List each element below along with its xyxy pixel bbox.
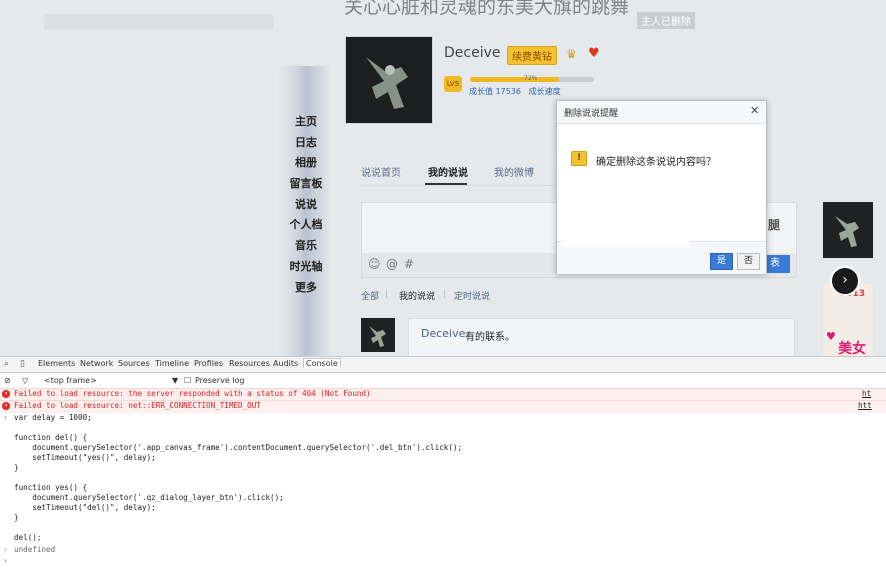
tab-elements[interactable]: Elements <box>38 359 75 368</box>
feed-avatar-image <box>369 326 386 347</box>
dialog-blank-area <box>561 205 690 247</box>
tab-sources[interactable]: Sources <box>118 359 150 368</box>
top-bar-blur <box>44 14 274 30</box>
filter-separator: | <box>385 289 389 299</box>
device-mode-icon[interactable]: ▯ <box>20 359 25 369</box>
nav-item-more[interactable]: 更多 <box>280 278 332 299</box>
ad-heart-icon: ♥ <box>826 330 836 343</box>
error-source-link[interactable]: htt <box>858 401 872 410</box>
tab-my-shuoshuo[interactable]: 我的说说 <box>428 164 468 179</box>
nav-item-music[interactable]: 音乐 <box>280 236 332 257</box>
console-result: undefined <box>14 545 56 554</box>
growth-speed[interactable]: 成长速度 <box>529 87 561 96</box>
nav-item-timeline[interactable]: 时光轴 <box>280 257 332 278</box>
tab-console[interactable]: Console <box>303 358 341 368</box>
emoji-icon[interactable]: ☺ <box>368 257 381 271</box>
console-input-prompt[interactable]: › <box>3 556 8 565</box>
growth-value[interactable]: 成长值 17536 <box>469 87 521 96</box>
avatar-figure-image <box>346 37 432 123</box>
confirm-yes-button[interactable]: 是 <box>710 253 733 270</box>
preserve-log-checkbox[interactable]: ☐ <box>184 376 191 385</box>
active-tab-underline <box>425 183 467 185</box>
vip-renew-badge[interactable]: 续费黄钻 <box>507 46 557 65</box>
feed-content: 有的联系。 <box>465 332 515 343</box>
inspect-icon[interactable]: ⌕ <box>4 359 9 369</box>
code-line: } <box>14 463 19 472</box>
error-message: Failed to load resource: the server resp… <box>14 389 371 398</box>
tab-timeline[interactable]: Timeline <box>155 359 189 368</box>
delete-confirm-dialog: 删除说说提醒 ✕ ! 确定删除这条说说内容吗？ 是 否 <box>556 100 767 274</box>
tab-audits[interactable]: Audits <box>273 359 298 368</box>
code-line: document.querySelector('.qz_dialog_layer… <box>14 493 284 502</box>
dialog-message: 确定删除这条说说内容吗？ <box>596 157 716 168</box>
filter-scheduled[interactable]: 定时说说 <box>454 289 490 302</box>
confirm-no-button[interactable]: 否 <box>737 253 760 270</box>
growth-percent: 72% <box>524 75 538 82</box>
filter-mine[interactable]: 我的说说 <box>399 289 435 302</box>
crown-icon[interactable]: ♛ <box>566 47 577 61</box>
code-line: del(); <box>14 533 42 542</box>
feed-avatar[interactable] <box>361 318 395 352</box>
code-line: setTimeout("yes()", delay); <box>14 453 156 462</box>
code-line: function del() { <box>14 433 88 442</box>
error-source-link[interactable]: ht <box>862 389 871 398</box>
filter-all[interactable]: 全部 <box>361 289 379 302</box>
tab-shuoshuo-home[interactable]: 说说首页 <box>361 164 401 179</box>
mention-icon[interactable]: @ <box>386 257 398 271</box>
nav-item-shuoshuo[interactable]: 说说 <box>280 195 332 216</box>
input-prompt-icon: › <box>3 413 8 422</box>
result-arrow-icon: ‹ <box>3 545 8 554</box>
code-line: } <box>14 513 19 522</box>
dialog-title: 删除说说提醒 <box>564 109 619 119</box>
code-line: setTimeout("del()", delay); <box>14 503 156 512</box>
filter-icon[interactable]: ▽ <box>22 376 28 385</box>
filter-separator: | <box>443 289 447 299</box>
feed-author[interactable]: Deceive <box>421 327 465 340</box>
profile-avatar[interactable] <box>345 36 433 124</box>
warning-icon: ! <box>571 151 587 166</box>
tab-my-weibo[interactable]: 我的微博 <box>494 164 534 179</box>
right-thumbnail[interactable] <box>823 202 873 258</box>
clear-console-icon[interactable]: ⊘ <box>4 376 11 385</box>
devtools-panel: ⌕ ▯ Elements Network Sources Timeline Pr… <box>0 356 886 577</box>
level-badge[interactable]: LV5 <box>444 76 462 92</box>
next-arrow-icon[interactable]: › <box>830 266 860 296</box>
nav-item-home[interactable]: 主页 <box>280 112 332 133</box>
nav-item-profile[interactable]: 个人档 <box>280 215 332 236</box>
devtools-tabbar: ⌕ ▯ Elements Network Sources Timeline Pr… <box>0 357 886 373</box>
growth-progress-fill <box>470 77 560 82</box>
growth-info: 成长值 17536 成长速度 <box>469 86 561 97</box>
tab-profiles[interactable]: Profiles <box>194 359 223 368</box>
side-nav: 主页 日志 相册 留言板 说说 个人档 音乐 时光轴 更多 <box>280 112 332 298</box>
code-line: var delay = 1000; <box>14 413 92 422</box>
tab-resources[interactable]: Resources <box>229 359 270 368</box>
deleted-badge: 主人已删除 <box>637 12 695 29</box>
dialog-header: 删除说说提醒 ✕ <box>557 101 766 124</box>
preserve-log-label: Preserve log <box>195 376 245 385</box>
code-line: function yes() { <box>14 483 88 492</box>
nav-item-blog[interactable]: 日志 <box>280 133 332 154</box>
console-toolbar: ⊘ ▽ <top frame> ▼ ☐ Preserve log <box>0 373 886 389</box>
banner-title: 关心心脏和灵魂的东美大旗的跳舞 <box>344 0 630 18</box>
side-widget-logo[interactable]: 腿 <box>768 216 780 233</box>
qzone-page: 关心心脏和灵魂的东美大旗的跳舞 主人已删除 主页 日志 相册 留言板 说说 个人… <box>0 0 886 356</box>
error-icon: × <box>2 402 10 410</box>
tab-divider <box>361 185 561 186</box>
error-message: Failed to load resource: net::ERR_CONNEC… <box>14 401 261 410</box>
topic-icon[interactable]: # <box>404 257 414 271</box>
heart-icon[interactable]: ♥ <box>588 46 600 61</box>
close-icon[interactable]: ✕ <box>750 104 759 117</box>
right-thumbnail-image <box>835 216 859 247</box>
ad-text: 美女 <box>838 341 866 356</box>
nav-item-album[interactable]: 相册 <box>280 153 332 174</box>
profile-name[interactable]: Deceive <box>444 45 501 61</box>
nav-item-guestbook[interactable]: 留言板 <box>280 174 332 195</box>
tab-network[interactable]: Network <box>80 359 113 368</box>
frame-selector[interactable]: <top frame> <box>44 376 97 385</box>
error-icon: × <box>2 390 10 398</box>
code-line: document.querySelector('.app_canvas_fram… <box>14 443 463 452</box>
frame-dropdown-icon[interactable]: ▼ <box>172 376 178 385</box>
